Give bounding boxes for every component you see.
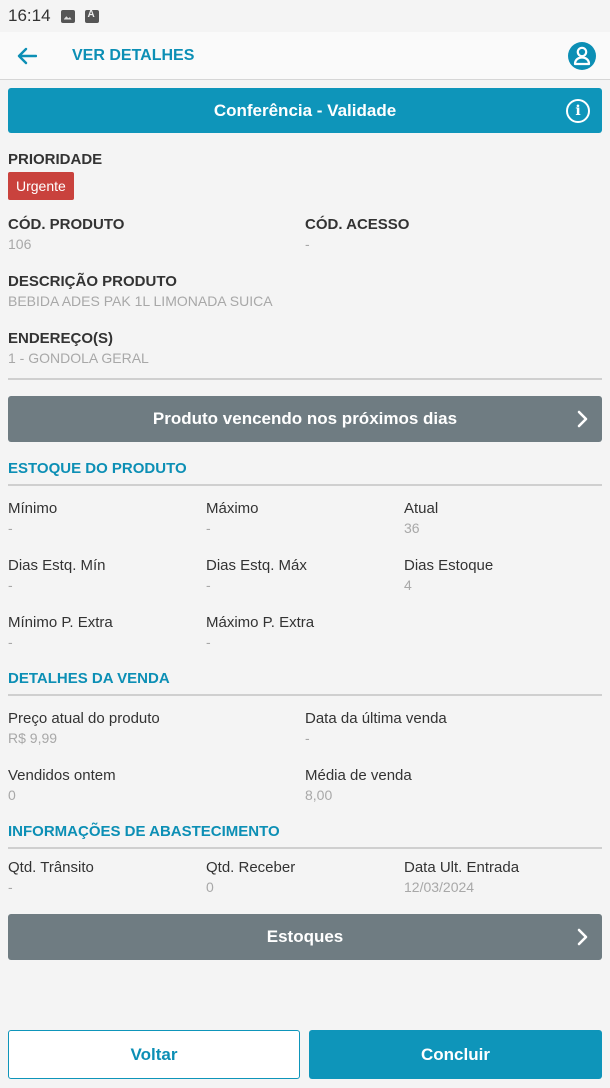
status-bar: 16:14	[0, 0, 610, 32]
min-extra-field: Mínimo P. Extra -	[8, 614, 206, 650]
footer-actions: Voltar Concluir	[8, 1030, 602, 1079]
media-venda-field: Média de venda 8,00	[305, 767, 602, 803]
data-entrada-value: 12/03/2024	[404, 879, 475, 895]
min-extra-label: Mínimo P. Extra	[8, 614, 113, 631]
endereco-value: 1 - GONDOLA GERAL	[8, 350, 149, 366]
venda-section: DETALHES DA VENDA Preço atual do produto…	[8, 670, 602, 803]
atual-label: Atual	[404, 500, 439, 517]
divider	[8, 694, 602, 696]
qtd-receber-value: 0	[206, 879, 214, 895]
dias-estoque-field: Dias Estoque 4	[404, 557, 493, 593]
image-notification-icon	[60, 9, 75, 23]
qtd-receber-label: Qtd. Receber	[206, 859, 296, 876]
vendidos-ontem-field: Vendidos ontem 0	[8, 767, 305, 803]
preco-field: Preço atual do produto R$ 9,99	[8, 710, 305, 746]
max-extra-value: -	[206, 634, 211, 650]
estoque-title: ESTOQUE DO PRODUTO	[8, 460, 187, 477]
ultima-venda-field: Data da última venda -	[305, 710, 602, 746]
cod-produto-label: CÓD. PRODUTO	[8, 216, 125, 233]
qtd-transito-field: Qtd. Trânsito -	[8, 859, 206, 895]
ultima-venda-value: -	[305, 730, 310, 746]
data-entrada-field: Data Ult. Entrada 12/03/2024	[404, 859, 519, 895]
user-icon[interactable]	[568, 41, 596, 70]
cod-acesso-value: -	[305, 236, 310, 252]
vendidos-ontem-value: 0	[8, 787, 16, 803]
page-title: VER DETALHES	[72, 46, 195, 64]
qtd-receber-field: Qtd. Receber 0	[206, 859, 404, 895]
banner-title: Conferência - Validade	[213, 100, 397, 120]
chevron-right-icon	[577, 410, 588, 428]
dias-max-label: Dias Estq. Máx	[206, 557, 307, 574]
maximo-value: -	[206, 520, 211, 536]
status-time: 16:14	[8, 6, 51, 25]
estoques-label: Estoques	[266, 927, 344, 946]
ultima-venda-label: Data da última venda	[305, 710, 447, 727]
cod-produto-value: 106	[8, 236, 32, 252]
cod-produto-field: CÓD. PRODUTO 106	[8, 216, 305, 252]
preco-value: R$ 9,99	[8, 730, 58, 746]
dias-estoque-value: 4	[404, 577, 412, 593]
qtd-transito-label: Qtd. Trânsito	[8, 859, 94, 876]
estoques-button[interactable]: Estoques	[8, 914, 602, 960]
cod-acesso-label: CÓD. ACESSO	[305, 216, 410, 233]
min-extra-value: -	[8, 634, 13, 650]
data-entrada-label: Data Ult. Entrada	[404, 859, 520, 876]
voltar-button[interactable]: Voltar	[8, 1030, 300, 1079]
produto-vencendo-button[interactable]: Produto vencendo nos próximos dias	[8, 396, 602, 442]
abastecimento-section: INFORMAÇÕES DE ABASTECIMENTO Qtd. Trânsi…	[8, 823, 602, 895]
descricao-field: DESCRIÇÃO PRODUTO BEBIDA ADES PAK 1L LIM…	[8, 273, 602, 309]
divider	[8, 847, 602, 849]
abastecimento-title: INFORMAÇÕES DE ABASTECIMENTO	[8, 823, 280, 840]
descricao-value: BEBIDA ADES PAK 1L LIMONADA SUICA	[8, 293, 273, 309]
minimo-value: -	[8, 520, 13, 536]
max-extra-field: Máximo P. Extra -	[206, 614, 404, 650]
app-bar: VER DETALHES	[0, 32, 610, 80]
preco-label: Preço atual do produto	[8, 710, 160, 727]
concluir-button[interactable]: Concluir	[309, 1030, 602, 1079]
maximo-label: Máximo	[206, 500, 259, 517]
endereco-label: ENDEREÇO(S)	[8, 330, 114, 347]
dias-max-field: Dias Estq. Máx -	[206, 557, 404, 593]
media-venda-label: Média de venda	[305, 767, 412, 784]
chevron-right-icon	[577, 928, 588, 946]
prioridade-block: PRIORIDADE Urgente	[8, 151, 602, 200]
qtd-transito-value: -	[8, 879, 13, 895]
task-banner: Conferência - Validade i	[8, 88, 602, 133]
atual-value: 36	[404, 520, 420, 536]
max-extra-label: Máximo P. Extra	[206, 614, 315, 631]
dias-min-label: Dias Estq. Mín	[8, 557, 106, 574]
endereco-field: ENDEREÇO(S) 1 - GONDOLA GERAL	[8, 330, 602, 366]
vendidos-ontem-label: Vendidos ontem	[8, 767, 116, 784]
media-venda-value: 8,00	[305, 787, 333, 803]
app-notification-icon	[84, 9, 99, 23]
back-arrow-icon[interactable]	[12, 41, 42, 71]
info-icon[interactable]: i	[566, 99, 590, 123]
venda-title: DETALHES DA VENDA	[8, 670, 170, 687]
produto-vencendo-label: Produto vencendo nos próximos dias	[152, 409, 458, 428]
minimo-label: Mínimo	[8, 500, 58, 517]
divider	[8, 378, 602, 380]
prioridade-label: PRIORIDADE	[8, 151, 103, 168]
atual-field: Atual 36	[404, 500, 438, 536]
priority-badge: Urgente	[8, 172, 74, 200]
descricao-label: DESCRIÇÃO PRODUTO	[8, 273, 177, 290]
maximo-field: Máximo -	[206, 500, 404, 536]
cod-acesso-field: CÓD. ACESSO -	[305, 216, 602, 252]
estoque-section: ESTOQUE DO PRODUTO Mínimo - Máximo - Atu…	[8, 460, 602, 650]
dias-min-value: -	[8, 577, 13, 593]
dias-max-value: -	[206, 577, 211, 593]
divider	[8, 484, 602, 486]
minimo-field: Mínimo -	[8, 500, 206, 536]
dias-min-field: Dias Estq. Mín -	[8, 557, 206, 593]
dias-estoque-label: Dias Estoque	[404, 557, 494, 574]
